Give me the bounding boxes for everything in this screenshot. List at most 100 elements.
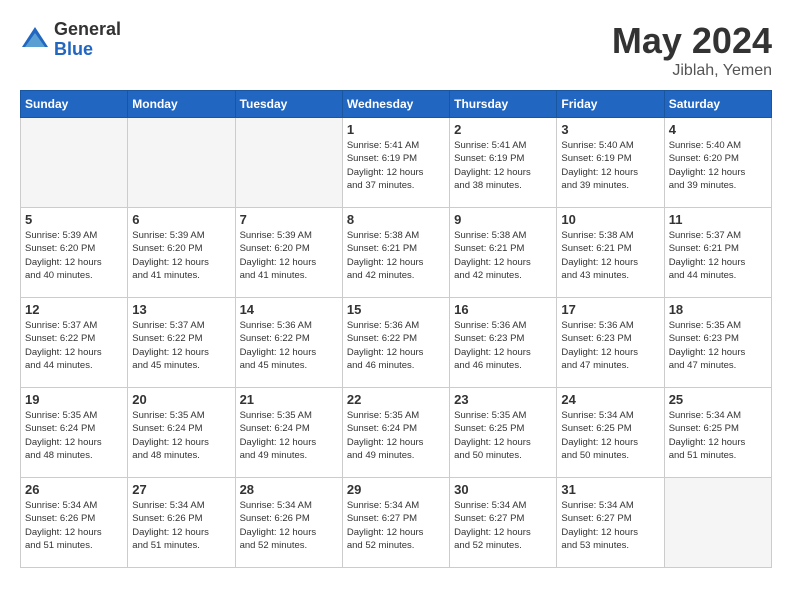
day-number: 14 <box>240 302 338 317</box>
calendar-cell: 1Sunrise: 5:41 AM Sunset: 6:19 PM Daylig… <box>342 118 449 208</box>
calendar-cell: 9 Sunrise: 5:38 AM Sunset: 6:21 PM Daylig… <box>450 208 557 298</box>
calendar-cell: 25Sunrise: 5:34 AM Sunset: 6:25 PM Dayli… <box>664 388 771 478</box>
logo-text: General Blue <box>54 20 121 60</box>
day-number: 20 <box>132 392 230 407</box>
calendar-cell: 19Sunrise: 5:35 AM Sunset: 6:24 PM Dayli… <box>21 388 128 478</box>
day-info: Sunrise: 5:34 AM Sunset: 6:27 PM Dayligh… <box>347 499 445 552</box>
calendar-cell <box>21 118 128 208</box>
day-number: 16 <box>454 302 552 317</box>
day-number: 25 <box>669 392 767 407</box>
day-info: Sunrise: 5:40 AM Sunset: 6:20 PM Dayligh… <box>669 139 767 192</box>
calendar-cell: 30Sunrise: 5:34 AM Sunset: 6:27 PM Dayli… <box>450 478 557 568</box>
calendar-cell: 4 Sunrise: 5:40 AM Sunset: 6:20 PM Daylig… <box>664 118 771 208</box>
weekday-header-wednesday: Wednesday <box>342 91 449 118</box>
day-number: 2 <box>454 122 552 137</box>
logo: General Blue <box>20 20 121 60</box>
calendar-cell: 8 Sunrise: 5:38 AM Sunset: 6:21 PM Daylig… <box>342 208 449 298</box>
weekday-header-sunday: Sunday <box>21 91 128 118</box>
month-year: May 2024 <box>612 20 772 62</box>
day-number: 26 <box>25 482 123 497</box>
logo-icon <box>20 25 50 55</box>
day-info: Sunrise: 5:35 AM Sunset: 6:24 PM Dayligh… <box>132 409 230 462</box>
day-number: 11 <box>669 212 767 227</box>
weekday-header-row: SundayMondayTuesdayWednesdayThursdayFrid… <box>21 91 772 118</box>
weekday-header-saturday: Saturday <box>664 91 771 118</box>
day-info: Sunrise: 5:35 AM Sunset: 6:23 PM Dayligh… <box>669 319 767 372</box>
calendar-cell: 2 Sunrise: 5:41 AM Sunset: 6:19 PM Daylig… <box>450 118 557 208</box>
calendar-cell: 28 Sunrise: 5:34 AM Sunset: 6:26 PM Dayli… <box>235 478 342 568</box>
day-info: Sunrise: 5:35 AM Sunset: 6:24 PM Dayligh… <box>347 409 445 462</box>
day-info: Sunrise: 5:38 AM Sunset: 6:21 PM Dayligh… <box>454 229 552 282</box>
day-info: Sunrise: 5:34 AM Sunset: 6:26 PM Dayligh… <box>25 499 123 552</box>
day-number: 22 <box>347 392 445 407</box>
calendar-cell <box>128 118 235 208</box>
day-info: Sunrise: 5:38 AM Sunset: 6:21 PM Dayligh… <box>347 229 445 282</box>
day-info: Sunrise: 5:40 AM Sunset: 6:19 PM Dayligh… <box>561 139 659 192</box>
day-number: 31 <box>561 482 659 497</box>
week-row-2: 5 Sunrise: 5:39 AM Sunset: 6:20 PM Daylig… <box>21 208 772 298</box>
calendar-cell: 3Sunrise: 5:40 AM Sunset: 6:19 PM Daylig… <box>557 118 664 208</box>
calendar-cell: 20 Sunrise: 5:35 AM Sunset: 6:24 PM Dayli… <box>128 388 235 478</box>
day-number: 9 <box>454 212 552 227</box>
day-number: 10 <box>561 212 659 227</box>
day-number: 30 <box>454 482 552 497</box>
day-number: 4 <box>669 122 767 137</box>
day-info: Sunrise: 5:36 AM Sunset: 6:23 PM Dayligh… <box>454 319 552 372</box>
weekday-header-monday: Monday <box>128 91 235 118</box>
calendar-cell: 18 Sunrise: 5:35 AM Sunset: 6:23 PM Dayli… <box>664 298 771 388</box>
day-info: Sunrise: 5:39 AM Sunset: 6:20 PM Dayligh… <box>240 229 338 282</box>
calendar-cell: 7 Sunrise: 5:39 AM Sunset: 6:20 PM Daylig… <box>235 208 342 298</box>
calendar-cell: 13 Sunrise: 5:37 AM Sunset: 6:22 PM Dayli… <box>128 298 235 388</box>
calendar-cell: 12 Sunrise: 5:37 AM Sunset: 6:22 PM Dayli… <box>21 298 128 388</box>
logo-general: General <box>54 20 121 40</box>
day-number: 28 <box>240 482 338 497</box>
day-info: Sunrise: 5:35 AM Sunset: 6:24 PM Dayligh… <box>240 409 338 462</box>
day-number: 13 <box>132 302 230 317</box>
calendar-cell: 5 Sunrise: 5:39 AM Sunset: 6:20 PM Daylig… <box>21 208 128 298</box>
day-info: Sunrise: 5:37 AM Sunset: 6:21 PM Dayligh… <box>669 229 767 282</box>
day-info: Sunrise: 5:41 AM Sunset: 6:19 PM Dayligh… <box>454 139 552 192</box>
title-area: May 2024 Jiblah, Yemen <box>612 20 772 80</box>
calendar-table: SundayMondayTuesdayWednesdayThursdayFrid… <box>20 90 772 568</box>
day-info: Sunrise: 5:34 AM Sunset: 6:27 PM Dayligh… <box>561 499 659 552</box>
day-info: Sunrise: 5:39 AM Sunset: 6:20 PM Dayligh… <box>25 229 123 282</box>
page-header: General Blue May 2024 Jiblah, Yemen <box>20 20 772 80</box>
day-info: Sunrise: 5:35 AM Sunset: 6:24 PM Dayligh… <box>25 409 123 462</box>
day-info: Sunrise: 5:37 AM Sunset: 6:22 PM Dayligh… <box>25 319 123 372</box>
calendar-cell: 22 Sunrise: 5:35 AM Sunset: 6:24 PM Dayli… <box>342 388 449 478</box>
day-info: Sunrise: 5:36 AM Sunset: 6:22 PM Dayligh… <box>347 319 445 372</box>
calendar-cell: 17Sunrise: 5:36 AM Sunset: 6:23 PM Dayli… <box>557 298 664 388</box>
day-number: 18 <box>669 302 767 317</box>
day-number: 27 <box>132 482 230 497</box>
calendar-cell: 21 Sunrise: 5:35 AM Sunset: 6:24 PM Dayli… <box>235 388 342 478</box>
day-info: Sunrise: 5:37 AM Sunset: 6:22 PM Dayligh… <box>132 319 230 372</box>
day-number: 23 <box>454 392 552 407</box>
day-info: Sunrise: 5:34 AM Sunset: 6:26 PM Dayligh… <box>240 499 338 552</box>
day-info: Sunrise: 5:35 AM Sunset: 6:25 PM Dayligh… <box>454 409 552 462</box>
day-info: Sunrise: 5:36 AM Sunset: 6:23 PM Dayligh… <box>561 319 659 372</box>
day-info: Sunrise: 5:38 AM Sunset: 6:21 PM Dayligh… <box>561 229 659 282</box>
calendar-cell: 11 Sunrise: 5:37 AM Sunset: 6:21 PM Dayli… <box>664 208 771 298</box>
day-info: Sunrise: 5:39 AM Sunset: 6:20 PM Dayligh… <box>132 229 230 282</box>
day-number: 21 <box>240 392 338 407</box>
logo-blue: Blue <box>54 40 121 60</box>
day-number: 8 <box>347 212 445 227</box>
calendar-cell <box>235 118 342 208</box>
weekday-header-tuesday: Tuesday <box>235 91 342 118</box>
day-info: Sunrise: 5:34 AM Sunset: 6:25 PM Dayligh… <box>561 409 659 462</box>
calendar-cell: 14Sunrise: 5:36 AM Sunset: 6:22 PM Dayli… <box>235 298 342 388</box>
day-number: 15 <box>347 302 445 317</box>
calendar-cell: 10 Sunrise: 5:38 AM Sunset: 6:21 PM Dayli… <box>557 208 664 298</box>
calendar-cell: 26 Sunrise: 5:34 AM Sunset: 6:26 PM Dayli… <box>21 478 128 568</box>
day-number: 12 <box>25 302 123 317</box>
calendar-cell: 27Sunrise: 5:34 AM Sunset: 6:26 PM Dayli… <box>128 478 235 568</box>
day-number: 29 <box>347 482 445 497</box>
weekday-header-friday: Friday <box>557 91 664 118</box>
calendar-cell: 24Sunrise: 5:34 AM Sunset: 6:25 PM Dayli… <box>557 388 664 478</box>
day-number: 5 <box>25 212 123 227</box>
week-row-4: 19Sunrise: 5:35 AM Sunset: 6:24 PM Dayli… <box>21 388 772 478</box>
day-number: 7 <box>240 212 338 227</box>
day-number: 6 <box>132 212 230 227</box>
calendar-cell: 15 Sunrise: 5:36 AM Sunset: 6:22 PM Dayli… <box>342 298 449 388</box>
calendar-cell <box>664 478 771 568</box>
